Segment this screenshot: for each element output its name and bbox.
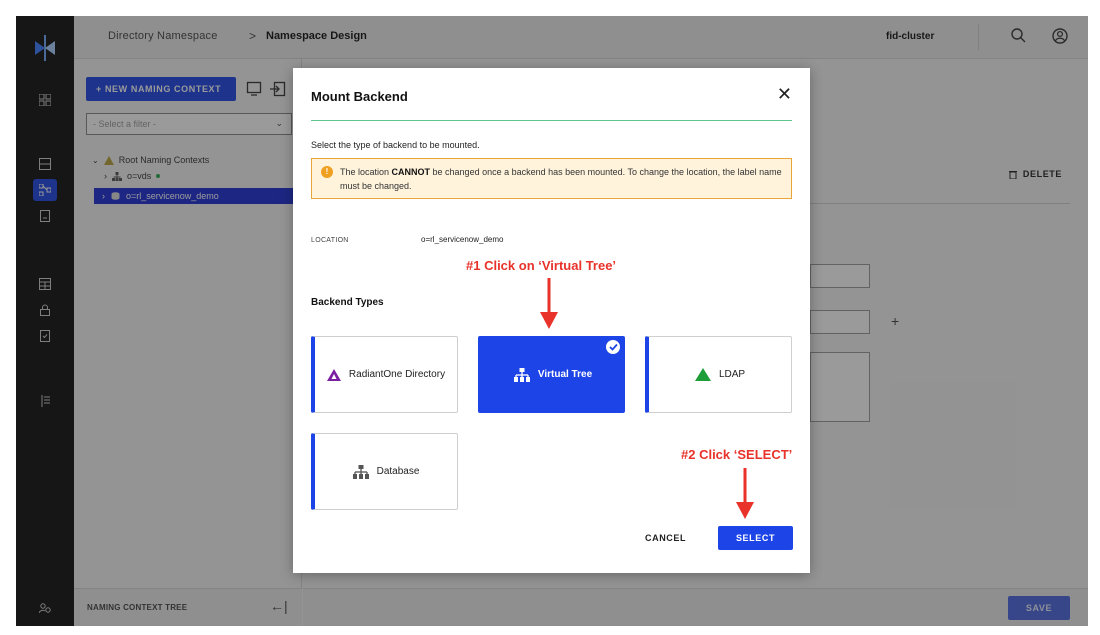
card-label: LDAP [718,369,746,380]
modal-description: Select the type of backend to be mounted… [311,140,480,150]
modal-title: Mount Backend [311,89,408,104]
card-ldap[interactable]: LDAP [645,336,792,413]
annotation-step2: #2 Click ‘SELECT’ [681,447,793,462]
warning-prefix: The location [340,167,392,177]
check-icon [606,340,620,354]
app-frame: Directory Namespace > Namespace Design f… [16,16,1088,626]
annotation-step1: #1 Click on ‘Virtual Tree’ [466,258,617,273]
close-icon[interactable]: ✕ [777,85,792,103]
location-value: o=rl_servicenow_demo [421,235,504,244]
cancel-button[interactable]: CANCEL [645,533,686,543]
card-radiantone-directory[interactable]: RadiantOne Directory [311,336,458,413]
warning-bold: CANNOT [391,167,431,177]
hierarchy-icon [352,464,369,479]
location-label: LOCATION [311,237,349,244]
warning-icon: ! [321,166,333,178]
card-label: Database [376,466,420,477]
radiantone-triangle-icon [326,368,341,381]
hierarchy-icon [513,367,530,382]
card-label: Virtual Tree [537,369,593,380]
select-button[interactable]: SELECT [718,526,793,550]
card-virtual-tree[interactable]: Virtual Tree [478,336,625,413]
warning-banner: ! The location CANNOT be changed once a … [311,158,792,199]
arrow-down-icon [540,278,558,329]
backend-types-label: Backend Types [311,297,384,308]
card-database[interactable]: Database [311,433,458,510]
ldap-triangle-icon [694,368,711,381]
card-label: RadiantOne Directory [348,369,446,380]
arrow-down-icon [736,468,754,519]
modal-divider [311,120,792,121]
